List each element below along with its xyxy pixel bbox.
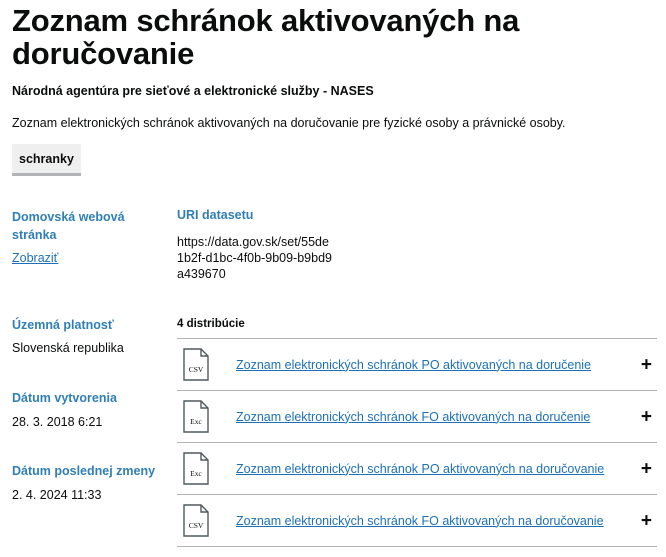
homepage-label: Domovská webová stránka [12, 210, 125, 242]
csv-file-icon: CSV [183, 348, 209, 381]
uri-label: URI datasetu [177, 208, 254, 222]
distribution-link[interactable]: Zoznam elektronických schránok PO aktivo… [236, 462, 604, 476]
distribution-row: CSV Zoznam elektronických schránok FO ak… [177, 494, 657, 547]
keyword-tag[interactable]: schranky [12, 144, 81, 176]
uri-value: https://data.gov.sk/set/55de1b2f-d1bc-4f… [177, 235, 332, 281]
created-value: 28. 3. 2018 6:21 [12, 415, 103, 429]
file-format-label: Exc [190, 417, 202, 426]
expand-plus-icon[interactable]: + [641, 355, 652, 374]
homepage-link[interactable]: Zobraziť [12, 249, 58, 267]
file-format-label: CSV [189, 365, 204, 374]
modified-label: Dátum poslednej zmeny [12, 464, 156, 478]
expand-plus-icon[interactable]: + [641, 407, 652, 426]
page-title: Zoznam schránok aktivovaných na doručova… [12, 3, 520, 71]
expand-plus-icon[interactable]: + [641, 459, 652, 478]
distribution-list: CSV Zoznam elektronických schránok PO ak… [177, 338, 657, 547]
csv-file-icon: CSV [183, 504, 209, 537]
distribution-link[interactable]: Zoznam elektronických schránok FO aktivo… [236, 514, 604, 528]
distribution-link[interactable]: Zoznam elektronických schránok PO aktivo… [236, 358, 591, 372]
excel-file-icon: Exc [183, 400, 209, 433]
modified-value: 2. 4. 2024 11:33 [12, 488, 102, 502]
distribution-count: 4 distribúcie [177, 318, 245, 330]
validity-label: Územná platnosť [12, 318, 114, 332]
publisher-name: Národná agentúra pre sieťové a elektroni… [12, 84, 374, 98]
distribution-link[interactable]: Zoznam elektronických schránok FO aktivo… [236, 410, 590, 424]
distribution-row: CSV Zoznam elektronických schránok PO ak… [177, 338, 657, 390]
file-format-label: CSV [189, 521, 204, 530]
validity-value: Slovenská republika [12, 341, 124, 355]
excel-file-icon: Exc [183, 452, 209, 485]
file-format-label: Exc [190, 469, 202, 478]
expand-plus-icon[interactable]: + [641, 511, 652, 530]
distribution-row: Exc Zoznam elektronických schránok PO ak… [177, 442, 657, 494]
distribution-row: Exc Zoznam elektronických schránok FO ak… [177, 390, 657, 442]
created-label: Dátum vytvorenia [12, 391, 117, 405]
dataset-description: Zoznam elektronických schránok aktivovan… [12, 116, 566, 130]
